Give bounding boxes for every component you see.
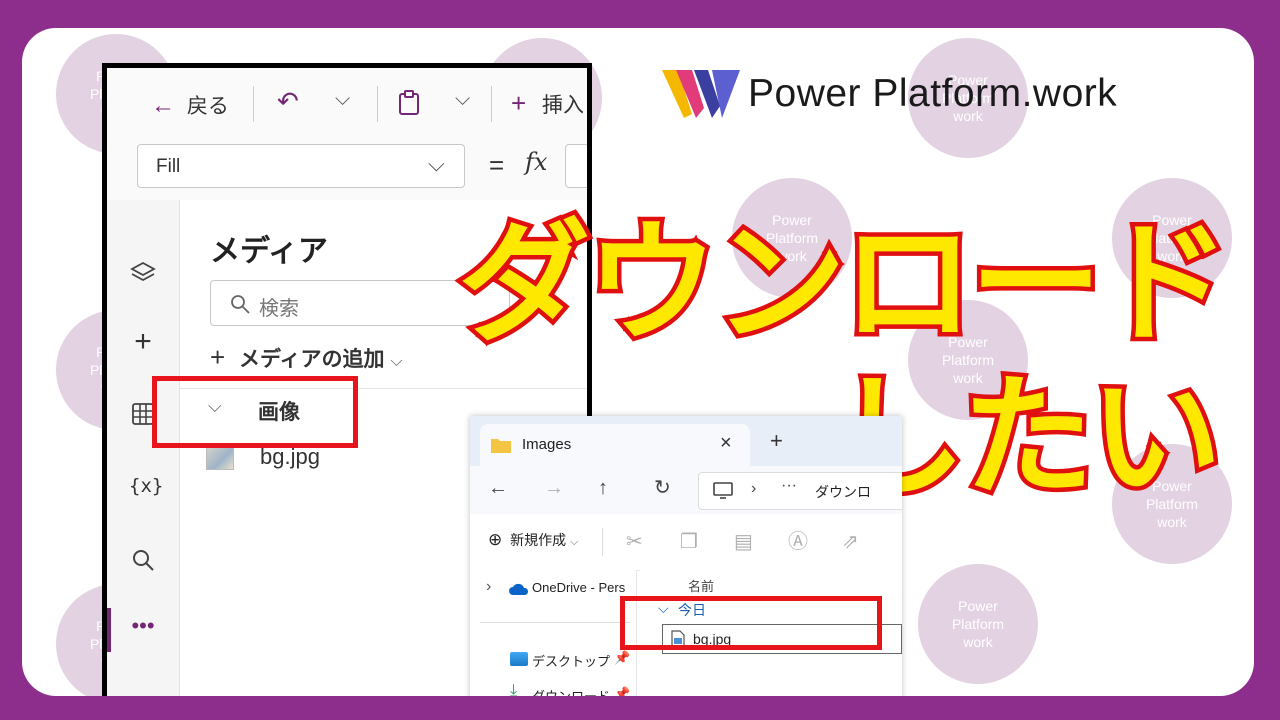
pin-icon: 📌: [614, 650, 631, 665]
column-header-name[interactable]: 名前: [688, 576, 714, 595]
highlight-box: [620, 596, 882, 650]
sidebar-item-onedrive[interactable]: OneDrive - Pers: [532, 580, 625, 595]
explorer-tab-title: Images: [522, 436, 572, 453]
more-icon[interactable]: ···: [781, 477, 797, 495]
add-media-label: メディアの追加: [239, 348, 385, 371]
sidebar-item-downloads[interactable]: ダウンロード: [532, 686, 610, 696]
formula-bar: Fill ⌵ = fx: [107, 138, 587, 201]
thumbnail-canvas: Power Platform work Power Platform work Powe…: [22, 28, 1254, 696]
share-icon[interactable]: ⇗: [842, 530, 859, 554]
cut-icon[interactable]: ✂: [626, 530, 643, 554]
folder-icon: [491, 439, 511, 453]
add-media-button[interactable]: + メディアの追加 ⌵: [210, 342, 403, 373]
chevron-right-icon[interactable]: ›: [486, 578, 491, 596]
explorer-tab[interactable]: Images ×: [480, 424, 750, 466]
brand-mark-icon: [662, 70, 740, 118]
back-button[interactable]: ← 戻る: [151, 90, 229, 120]
back-arrow-icon: ←: [151, 92, 175, 119]
plus-icon: +: [210, 342, 226, 372]
chevron-down-icon: ⌵: [428, 151, 445, 176]
desktop-folder-icon: [510, 652, 528, 666]
explorer-sidebar: › OneDrive - Pers デスクトップ 📌 ⤓ ダウンロード 📌: [470, 570, 637, 696]
onedrive-icon: [509, 583, 529, 595]
search-icon: [231, 295, 250, 314]
left-rail: + {x} •••: [107, 200, 180, 696]
variables-icon[interactable]: {x}: [129, 472, 163, 500]
explorer-nav-bar: ← → ↑ ↻ › ··· ダウンロ: [470, 466, 902, 514]
fx-icon[interactable]: fx: [525, 148, 547, 176]
property-dropdown-value: Fill: [156, 156, 181, 177]
toolbar-divider: [377, 86, 378, 122]
copy-icon[interactable]: ❐: [680, 530, 698, 554]
breadcrumb-folder[interactable]: ダウンロ: [815, 482, 871, 502]
back-arrow-icon[interactable]: ←: [488, 476, 508, 500]
new-tab-button[interactable]: +: [770, 428, 783, 454]
back-button-label: 戻る: [186, 95, 229, 118]
paste-icon[interactable]: [397, 90, 421, 116]
address-bar[interactable]: › ··· ダウンロ: [698, 472, 902, 510]
rename-icon[interactable]: Ⓐ: [788, 530, 808, 554]
file-explorer-window: Images × + ← → ↑ ↻ › ··· ダウンロ ⊕ 新規作成 ⌵ ✂…: [470, 416, 902, 696]
toolbar-divider: [491, 86, 492, 122]
equals-sign: =: [489, 150, 505, 180]
forward-arrow-icon[interactable]: →: [544, 476, 564, 500]
brand-logo: Power Platform.work: [662, 64, 1117, 124]
chevron-right-icon: ›: [751, 480, 757, 497]
monitor-icon: [713, 482, 733, 499]
chevron-down-icon: ⌵: [570, 536, 579, 548]
media-search-placeholder: 検索: [259, 298, 299, 320]
formula-input[interactable]: [565, 144, 587, 188]
sidebar-divider: [480, 622, 630, 623]
insert-button-label: 挿入: [542, 94, 585, 117]
command-bar: ← 戻る ↶ ⌵ ⌵ + 挿入: [107, 68, 587, 138]
up-arrow-icon[interactable]: ↑: [598, 476, 608, 500]
headline-line-1: ダウンロード: [454, 203, 1235, 366]
watermark-circle: PowerPlatformwork: [918, 564, 1038, 684]
chevron-down-icon: ⌵: [390, 353, 403, 370]
toolbar-divider: [253, 86, 254, 122]
highlight-box: [152, 376, 358, 448]
new-item-label: 新規作成: [510, 532, 567, 548]
sidebar-item-desktop[interactable]: デスクトップ: [532, 651, 610, 670]
watermark-text: PowerPlatformwork: [951, 598, 1005, 650]
command-divider: [602, 528, 603, 556]
insert-button[interactable]: + 挿入: [511, 88, 584, 119]
paste-icon[interactable]: ▤: [734, 530, 753, 554]
plus-icon[interactable]: +: [129, 327, 157, 357]
plus-circle-icon: ⊕: [488, 530, 503, 549]
chevron-down-icon[interactable]: ⌵: [455, 88, 470, 111]
undo-icon[interactable]: ↶: [277, 86, 299, 117]
refresh-icon[interactable]: ↻: [654, 476, 671, 500]
pin-icon: 📌: [614, 686, 631, 696]
download-icon[interactable]: ⤓: [510, 682, 517, 696]
plus-icon: +: [511, 88, 527, 118]
layers-icon[interactable]: [129, 258, 157, 286]
close-icon[interactable]: ×: [720, 432, 732, 455]
search-icon[interactable]: [129, 546, 157, 574]
new-item-button[interactable]: ⊕ 新規作成 ⌵: [488, 530, 578, 550]
explorer-tab-bar: Images × +: [470, 416, 902, 466]
brand-logo-text: Power Platform.work: [748, 72, 1118, 115]
explorer-command-bar: ⊕ 新規作成 ⌵ ✂ ❐ ▤ Ⓐ ⇗: [470, 514, 902, 571]
media-pane-title: メディア: [210, 235, 328, 268]
property-dropdown[interactable]: Fill ⌵: [137, 144, 465, 188]
active-indicator: [107, 608, 111, 652]
chevron-down-icon[interactable]: ⌵: [335, 88, 350, 111]
more-icon[interactable]: •••: [129, 612, 157, 640]
